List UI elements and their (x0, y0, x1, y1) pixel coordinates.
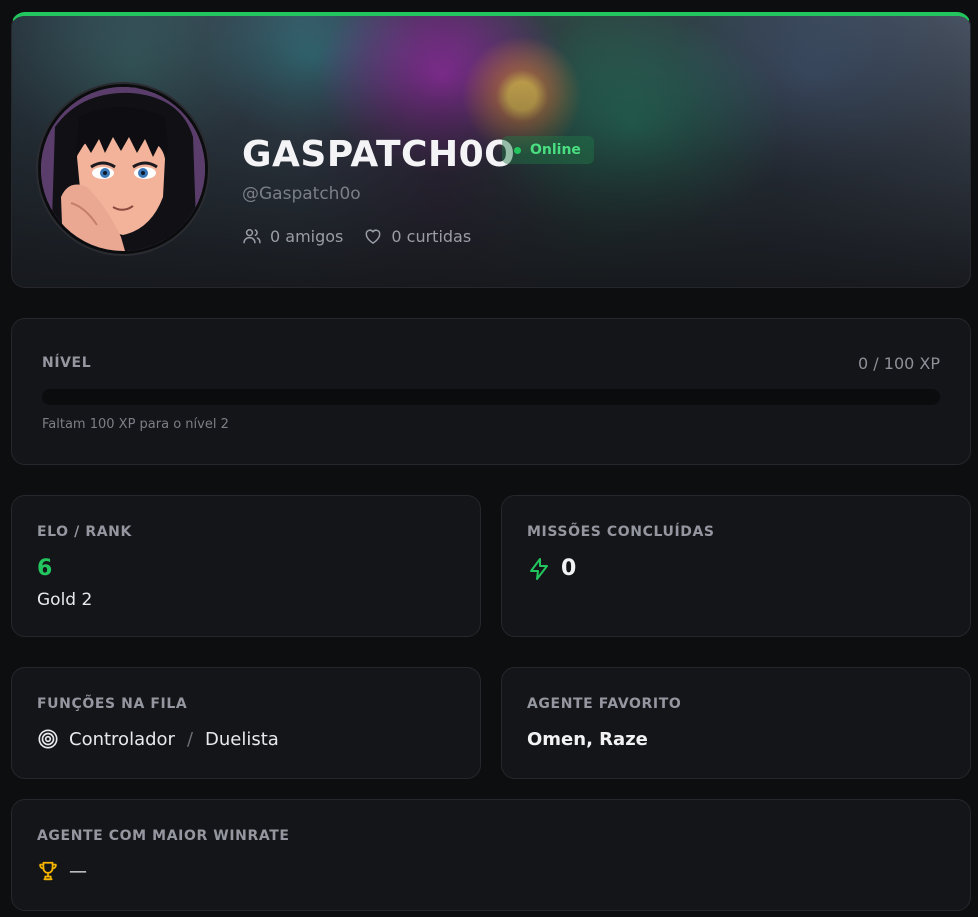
username: GASPATCH0O (242, 134, 516, 175)
elo-rank: Gold 2 (37, 590, 93, 610)
status-label: Online (530, 142, 581, 158)
friends-stat[interactable]: 0 amigos (242, 226, 343, 246)
role-item-controlador: Controlador (69, 728, 175, 750)
users-icon (243, 229, 261, 244)
target-icon (38, 729, 58, 749)
winrate-agent-label: AGENTE COM MAIOR WINRATE (37, 828, 290, 844)
level-card: NÍVEL 0 / 100 XP Faltam 100 XP para o ní… (11, 318, 971, 465)
likes-count: 0 curtidas (391, 226, 472, 246)
elo-label: ELO / RANK (37, 524, 132, 540)
elo-card: ELO / RANK 6 Gold 2 (11, 495, 481, 637)
status-dot (514, 146, 521, 154)
level-label: NÍVEL (42, 355, 92, 371)
xp-text: 0 / 100 XP (858, 354, 940, 373)
winrate-agent-card: AGENTE COM MAIOR WINRATE — (11, 799, 971, 911)
lightning-icon (530, 557, 548, 580)
roles-label: FUNÇÕES NA FILA (37, 696, 188, 712)
favorite-agent-card: AGENTE FAVORITO Omen, Raze (501, 667, 971, 779)
role-item-duelista: Duelista (205, 728, 279, 750)
trophy-icon (39, 861, 57, 881)
likes-stat[interactable]: 0 curtidas (363, 226, 471, 246)
user-handle: @Gaspatch0o (242, 184, 361, 204)
avatar-portrait (41, 87, 205, 251)
friends-count: 0 amigos (270, 226, 344, 246)
xp-progress-bar (42, 389, 940, 405)
favorite-agent-label: AGENTE FAVORITO (527, 696, 682, 712)
roles-card: FUNÇÕES NA FILA Controlador / Duelista (11, 667, 481, 779)
winrate-agent-value: — (69, 860, 87, 882)
avatar[interactable] (38, 84, 208, 254)
heart-icon (365, 229, 381, 244)
status-badge: Online (502, 136, 594, 164)
elo-value: 6 (37, 556, 53, 581)
missions-count: 0 (561, 556, 577, 581)
missions-label: MISSÕES CONCLUÍDAS (527, 524, 715, 540)
missions-card: MISSÕES CONCLUÍDAS 0 (501, 495, 971, 637)
xp-hint: Faltam 100 XP para o nível 2 (42, 417, 229, 432)
favorite-agent-value: Omen, Raze (527, 729, 648, 750)
role-separator: / (186, 728, 194, 750)
social-stats: 0 amigos 0 curtidas (242, 226, 471, 246)
profile-card: GASPATCH0O Online @Gaspatch0o 0 amigos 0… (11, 12, 971, 288)
